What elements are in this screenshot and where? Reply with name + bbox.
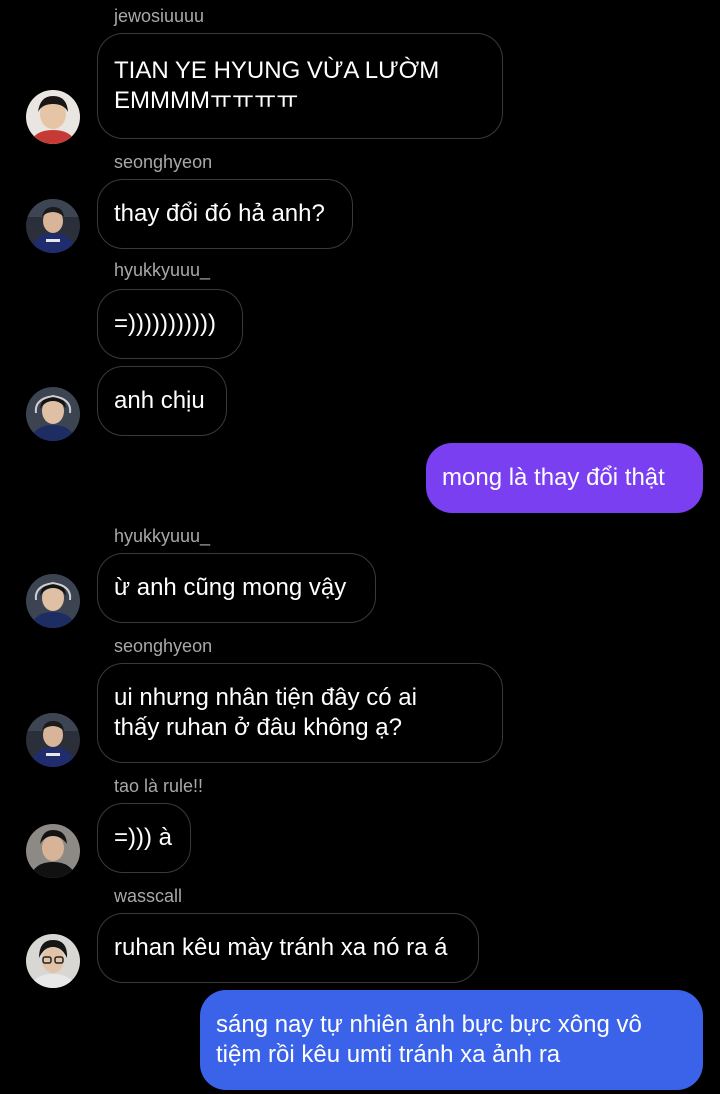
avatar-wasscall-icon	[26, 934, 80, 988]
sender-name: seonghyeon	[114, 636, 213, 656]
message-bubble[interactable]: ui nhưng nhân tiện đây có ai thấy ruhan …	[97, 663, 503, 763]
sender-name: seonghyeon	[114, 152, 213, 172]
avatar-hyukkyuuu-icon	[26, 574, 80, 628]
avatar[interactable]	[26, 934, 80, 988]
outgoing-message-bubble[interactable]: sáng nay tự nhiên ảnh bực bực xông vô ti…	[200, 990, 703, 1090]
avatar[interactable]	[26, 90, 80, 144]
avatar-seonghyeon-icon	[26, 713, 80, 767]
chat-thread: jewosiuuuu TIAN YE HYUNG VỪA LƯỜM EMMMMㅠ…	[0, 0, 720, 1094]
sender-name: tao là rule!!	[114, 776, 204, 796]
avatar-tao-la-rule-icon	[26, 824, 80, 878]
avatar[interactable]	[26, 713, 80, 767]
sender-name: jewosiuuuu	[114, 6, 205, 26]
avatar[interactable]	[26, 824, 80, 878]
avatar-seonghyeon-icon	[26, 199, 80, 253]
avatar[interactable]	[26, 574, 80, 628]
sender-name: hyukkyuuu_	[114, 260, 211, 280]
message-bubble[interactable]: TIAN YE HYUNG VỪA LƯỜM EMMMMㅠㅠㅠㅠ	[97, 33, 503, 139]
message-bubble[interactable]: ruhan kêu mày tránh xa nó ra á	[97, 913, 479, 983]
avatar-hyukkyuuu-icon	[26, 387, 80, 441]
message-bubble[interactable]: =)))))))))))	[97, 289, 243, 359]
sender-name: hyukkyuuu_	[114, 526, 211, 546]
avatar-jewosiuuuu-icon	[26, 90, 80, 144]
message-bubble[interactable]: thay đổi đó hả anh?	[97, 179, 353, 249]
message-bubble[interactable]: anh chịu	[97, 366, 227, 436]
message-bubble[interactable]: ừ anh cũng mong vậy	[97, 553, 376, 623]
sender-name: wasscall	[114, 886, 183, 906]
avatar[interactable]	[26, 199, 80, 253]
message-bubble[interactable]: =))) à	[97, 803, 191, 873]
outgoing-message-bubble[interactable]: mong là thay đổi thật	[426, 443, 703, 513]
avatar[interactable]	[26, 387, 80, 441]
